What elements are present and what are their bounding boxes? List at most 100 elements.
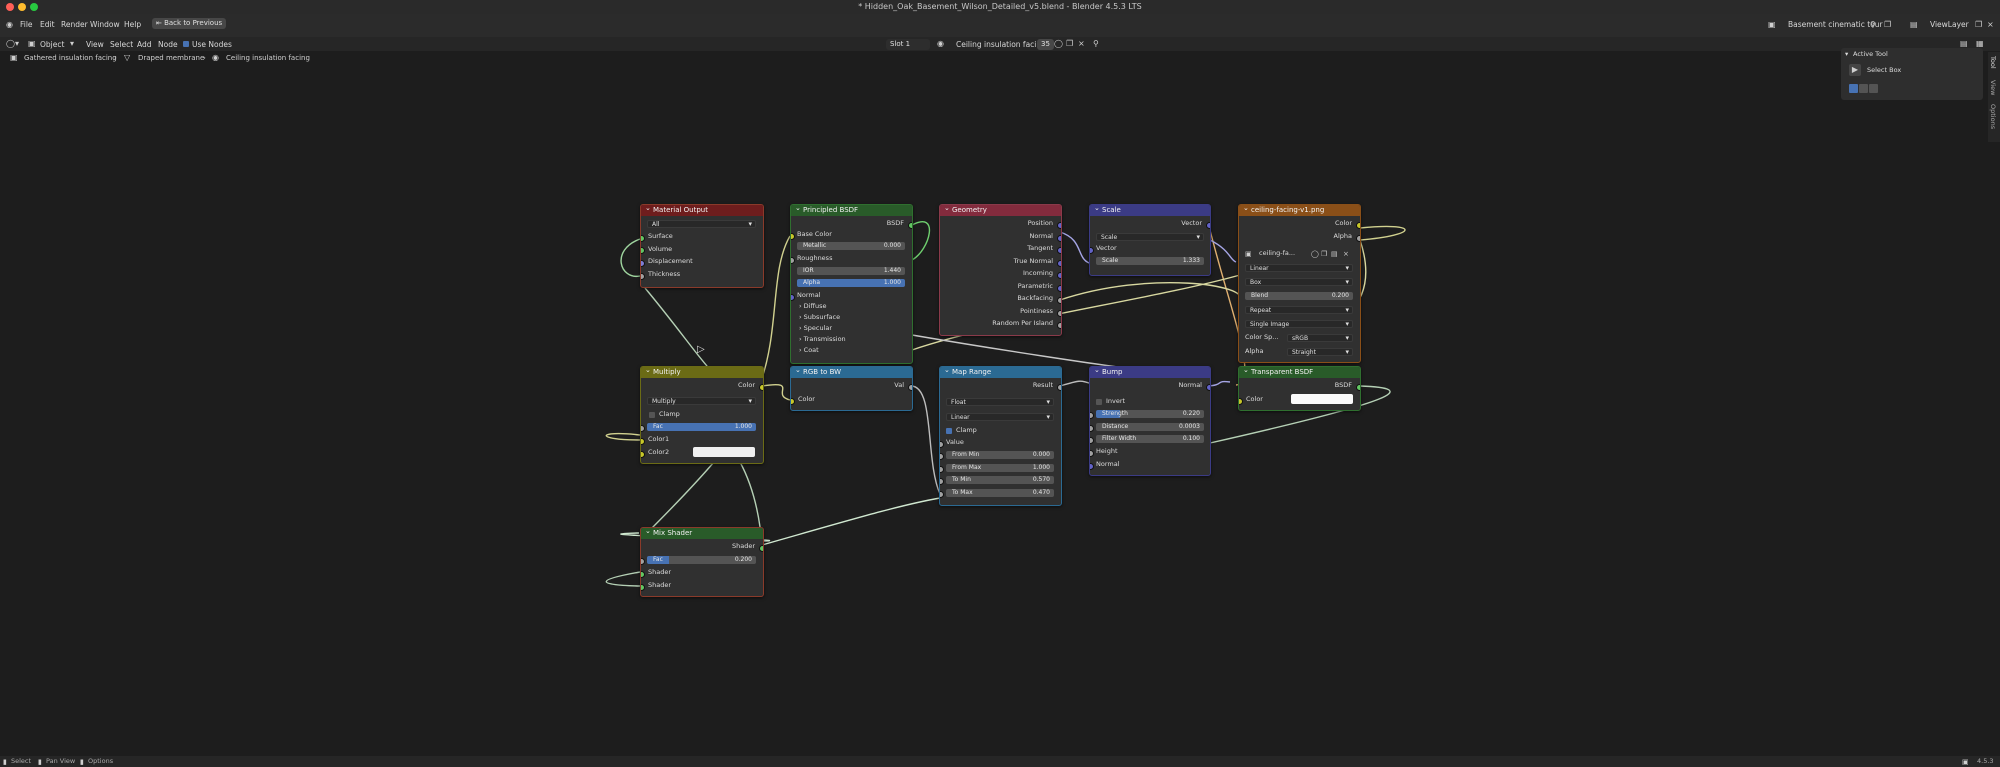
socket-color1[interactable]: [641, 438, 645, 445]
panel-transmission[interactable]: › Transmission: [799, 335, 846, 344]
socket-color2[interactable]: [641, 451, 645, 458]
socket-fac[interactable]: [641, 558, 645, 565]
node-header[interactable]: Multiply: [641, 367, 763, 378]
socket-filter-width[interactable]: [1090, 437, 1094, 444]
node-header[interactable]: RGB to BW: [791, 367, 912, 378]
panel-diffuse[interactable]: › Diffuse: [799, 302, 826, 311]
node-principled-bsdf[interactable]: Principled BSDF BSDF Base Color Metallic…: [790, 204, 913, 364]
extension-select[interactable]: Repeat: [1245, 306, 1353, 314]
alpha-field[interactable]: Alpha 1.000: [797, 279, 905, 287]
socket-roughness[interactable]: [791, 257, 795, 264]
open-image-icon[interactable]: ▤: [1331, 249, 1338, 259]
socket-strength[interactable]: [1090, 412, 1094, 419]
panel-coat[interactable]: › Coat: [799, 346, 819, 355]
socket-normal-in[interactable]: [1090, 463, 1094, 470]
socket-shader-1[interactable]: [641, 571, 645, 578]
node-image-texture[interactable]: ceiling-facing-v1.png Color Alpha ▣ ceil…: [1238, 204, 1361, 363]
from-max-field[interactable]: From Max 1.000: [946, 464, 1054, 472]
metallic-field[interactable]: Metallic 0.000: [797, 242, 905, 250]
node-header[interactable]: Bump: [1090, 367, 1210, 378]
socket-color-in[interactable]: [1239, 398, 1243, 405]
socket-to-max[interactable]: [940, 491, 944, 498]
socket-height[interactable]: [1090, 450, 1094, 457]
socket-vector-out[interactable]: [1206, 222, 1210, 229]
socket-val[interactable]: [908, 384, 912, 391]
fac-field[interactable]: Fac 1.000: [647, 423, 756, 431]
clamp-checkbox[interactable]: [649, 412, 655, 418]
socket-value[interactable]: [940, 441, 944, 448]
socket-backfacing[interactable]: [1057, 297, 1061, 304]
clamp-checkbox[interactable]: [946, 428, 952, 434]
filter-width-field[interactable]: Filter Width 0.100: [1096, 435, 1204, 443]
socket-surface[interactable]: [641, 235, 645, 242]
invert-checkbox[interactable]: [1096, 399, 1102, 405]
socket-base-color[interactable]: [791, 233, 795, 240]
image-name-field[interactable]: ceiling-fa...: [1259, 249, 1295, 258]
color-swatch[interactable]: [1291, 394, 1353, 404]
node-header[interactable]: ceiling-facing-v1.png: [1239, 205, 1360, 216]
fake-user-icon[interactable]: ◯: [1311, 249, 1319, 259]
socket-volume[interactable]: [641, 247, 645, 254]
node-header[interactable]: Principled BSDF: [791, 205, 912, 216]
socket-distance[interactable]: [1090, 425, 1094, 432]
node-transparent-bsdf[interactable]: Transparent BSDF BSDF Color: [1238, 366, 1361, 411]
node-geometry[interactable]: Geometry Position Normal Tangent True No…: [939, 204, 1062, 336]
socket-color-in[interactable]: [791, 398, 795, 405]
socket-result[interactable]: [1057, 384, 1061, 391]
socket-thickness[interactable]: [641, 273, 645, 280]
node-mix-shader[interactable]: Mix Shader Shader Fac 0.200 Shader Shader: [640, 527, 764, 597]
socket-fac[interactable]: [641, 425, 645, 432]
node-bump[interactable]: Bump Normal Invert Strength 0.220 Distanc…: [1089, 366, 1211, 476]
socket-vector-in[interactable]: [1090, 247, 1094, 254]
unlink-image-icon[interactable]: ×: [1343, 249, 1349, 259]
socket-color[interactable]: [1356, 222, 1360, 229]
socket-shader-out[interactable]: [759, 545, 763, 552]
duplicate-image-icon[interactable]: ❐: [1321, 249, 1327, 259]
image-browse-icon[interactable]: ▣: [1245, 249, 1252, 259]
node-scale[interactable]: Scale Vector Scale Vector Scale 1.333: [1089, 204, 1211, 276]
node-map-range[interactable]: Map Range Result Float Linear Clamp Valu…: [939, 366, 1062, 506]
data-type-select[interactable]: Float: [946, 398, 1054, 406]
vector-math-operation-select[interactable]: Scale: [1096, 233, 1204, 241]
socket-shader-2[interactable]: [641, 584, 645, 591]
node-mix-multiply[interactable]: Multiply Color Multiply Clamp Fac 1.000 C…: [640, 366, 764, 464]
node-material-output[interactable]: Material Output All Surface Volume Displ…: [640, 204, 764, 288]
projection-select[interactable]: Box: [1245, 278, 1353, 286]
color2-swatch[interactable]: [693, 447, 755, 457]
socket-random-per-island[interactable]: [1057, 322, 1061, 329]
from-min-field[interactable]: From Min 0.000: [946, 451, 1054, 459]
socket-normal-out[interactable]: [1206, 384, 1210, 391]
distance-field[interactable]: Distance 0.0003: [1096, 423, 1204, 431]
source-select[interactable]: Single Image: [1245, 320, 1353, 328]
node-header[interactable]: Map Range: [940, 367, 1061, 378]
socket-normal[interactable]: [791, 294, 795, 301]
to-min-field[interactable]: To Min 0.570: [946, 476, 1054, 484]
strength-field[interactable]: Strength 0.220: [1096, 410, 1204, 418]
node-header[interactable]: Geometry: [940, 205, 1061, 216]
socket-tangent[interactable]: [1057, 247, 1061, 254]
socket-displacement[interactable]: [641, 260, 645, 267]
socket-from-max[interactable]: [940, 466, 944, 473]
blend-field[interactable]: Blend 0.200: [1245, 292, 1353, 300]
alpha-mode-select[interactable]: Straight: [1287, 348, 1353, 356]
socket-incoming[interactable]: [1057, 272, 1061, 279]
node-header[interactable]: Mix Shader: [641, 528, 763, 539]
panel-specular[interactable]: › Specular: [799, 324, 832, 333]
target-select[interactable]: All: [647, 220, 756, 228]
socket-position[interactable]: [1057, 222, 1061, 229]
blend-mode-select[interactable]: Multiply: [647, 397, 756, 405]
socket-parametric[interactable]: [1057, 285, 1061, 292]
socket-bsdf[interactable]: [908, 222, 912, 229]
socket-true-normal[interactable]: [1057, 260, 1061, 267]
node-header[interactable]: Material Output: [641, 205, 763, 216]
node-header[interactable]: Scale: [1090, 205, 1210, 216]
interpolation-select[interactable]: Linear: [946, 413, 1054, 421]
socket-color-out[interactable]: [759, 384, 763, 391]
panel-subsurface[interactable]: › Subsurface: [799, 313, 840, 322]
socket-to-min[interactable]: [940, 478, 944, 485]
interpolation-select[interactable]: Linear: [1245, 264, 1353, 272]
node-header[interactable]: Transparent BSDF: [1239, 367, 1360, 378]
node-rgb-to-bw[interactable]: RGB to BW Val Color: [790, 366, 913, 411]
socket-alpha[interactable]: [1356, 235, 1360, 242]
colorspace-select[interactable]: sRGB: [1287, 334, 1353, 342]
